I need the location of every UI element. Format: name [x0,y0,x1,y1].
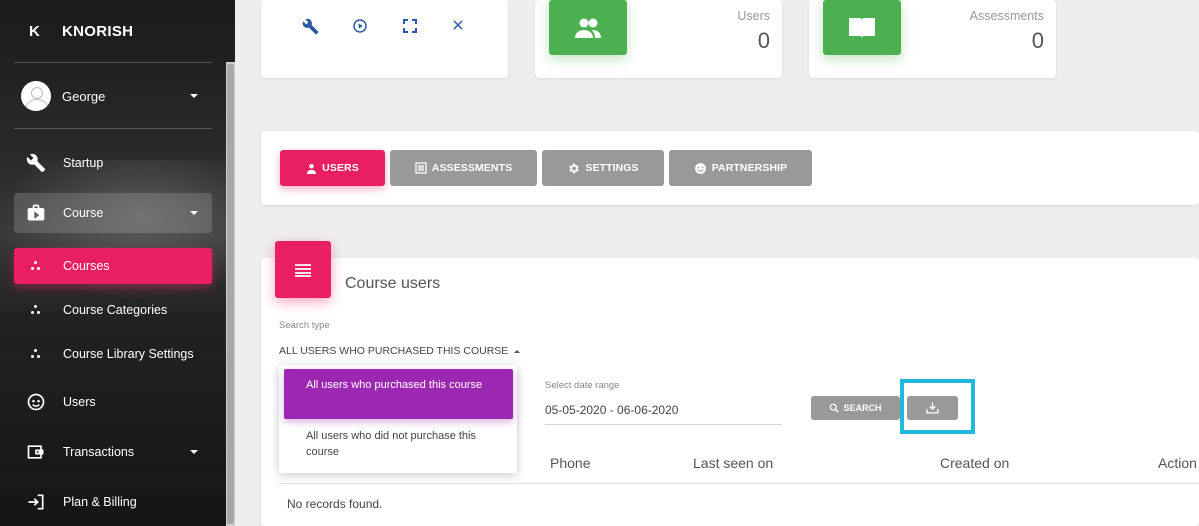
search-type-select[interactable]: ALL USERS WHO PURCHASED THIS COURSE [279,345,521,357]
sidebar-item-label: Users [63,395,96,409]
column-header[interactable]: Created on [940,455,1009,471]
sidebar-item-label: Course Categories [63,303,168,317]
assessments-stat-card: Assessments 0 [809,0,1056,78]
group-icon [549,0,627,55]
card-title: Course users [345,275,441,292]
sidebar-divider [14,62,212,63]
wrench-icon[interactable] [302,18,319,40]
sidebar-item-transactions[interactable]: Transactions [14,432,212,472]
tab-users[interactable]: USERS [280,150,385,186]
dots-icon [24,261,48,271]
wrench-icon [24,153,48,173]
dots-icon [24,349,48,359]
card-header-icon [275,241,331,298]
sidebar-item-label: Course Library Settings [63,347,194,361]
empty-message: No records found. [287,497,383,511]
dots-icon [24,305,48,315]
sidebar-item-label: Course [63,206,104,220]
tab-label: PARTNERSHIP [711,162,788,174]
sidebar-divider [14,128,212,129]
table-divider [279,483,1199,484]
users-stat-card: Users 0 [535,0,782,78]
search-type-dropdown: All users who purchased this course All … [279,365,517,473]
course-tools-card [261,0,508,78]
user-menu[interactable]: George [14,78,212,114]
person-icon [307,163,317,174]
stat-value: 0 [757,28,770,53]
book-icon [823,0,901,55]
brand-logo[interactable]: K KNORISH [0,0,226,62]
login-icon [24,492,48,512]
highlight-box [900,379,975,434]
dropdown-option[interactable]: All users who purchased this course [284,369,513,419]
date-range-input[interactable]: 05-05-2020 - 06-06-2020 [545,403,782,425]
chevron-down-icon [190,450,198,454]
column-header[interactable]: Action [1158,455,1197,471]
stat-label: Assessments [969,9,1044,23]
sidebar-item-course-categories[interactable]: Course Categories [14,290,212,330]
sidebar-item-label: Transactions [63,445,135,459]
stat-label: Users [737,9,770,23]
sidebar-item-label: Courses [63,259,110,273]
search-type-label: Search type [279,320,330,331]
brand-mini: K [29,23,40,40]
face-icon [24,392,48,412]
sidebar-item-course[interactable]: Course [14,193,212,233]
search-type-value: ALL USERS WHO PURCHASED THIS COURSE [279,345,509,357]
brand-name: KNORISH [62,23,134,40]
gear-icon [569,163,580,173]
sidebar-item-startup[interactable]: Startup [14,143,212,183]
sidebar-item-courses[interactable]: Courses [14,248,212,284]
stat-value: 0 [1031,28,1044,53]
tab-label: SETTINGS [585,162,639,174]
list-alt-icon [415,162,427,174]
sidebar-item-course-library-settings[interactable]: Course Library Settings [14,334,212,374]
dropdown-option[interactable]: All users who did not purchase this cour… [284,420,513,470]
sidebar-item-label: Plan & Billing [63,495,137,509]
avatar [21,81,51,111]
user-name: George [62,88,106,104]
handshake-icon [694,162,706,174]
tab-assessments[interactable]: ASSESSMENTS [390,150,537,186]
wallet-icon [24,442,48,462]
fullscreen-icon[interactable] [402,18,418,39]
list-icon [295,263,311,277]
chevron-down-icon [190,94,198,98]
sidebar-scrollbar-thumb[interactable] [227,64,234,524]
date-range-label: Select date range [545,380,620,391]
column-header[interactable]: Phone [550,455,590,471]
close-icon[interactable] [451,18,465,37]
column-header[interactable]: Last seen on [693,455,773,471]
tab-label: ASSESSMENTS [431,162,513,174]
search-button[interactable]: SEARCH [811,396,900,420]
tab-partnership[interactable]: PARTNERSHIP [669,150,812,186]
chevron-down-icon [190,211,198,215]
tab-label: USERS [322,162,359,174]
play-circle-icon[interactable] [352,18,368,39]
tab-settings[interactable]: SETTINGS [542,150,664,186]
sidebar-item-plan-billing[interactable]: Plan & Billing [14,482,212,522]
search-button-label: SEARCH [843,403,882,413]
search-icon [830,403,840,413]
sidebar-item-users[interactable]: Users [14,382,212,422]
briefcase-play-icon [24,203,48,223]
chevron-up-icon [514,349,521,353]
sidebar-item-label: Startup [63,156,104,170]
sidebar: K KNORISH George Startup Course Courses … [0,0,235,526]
